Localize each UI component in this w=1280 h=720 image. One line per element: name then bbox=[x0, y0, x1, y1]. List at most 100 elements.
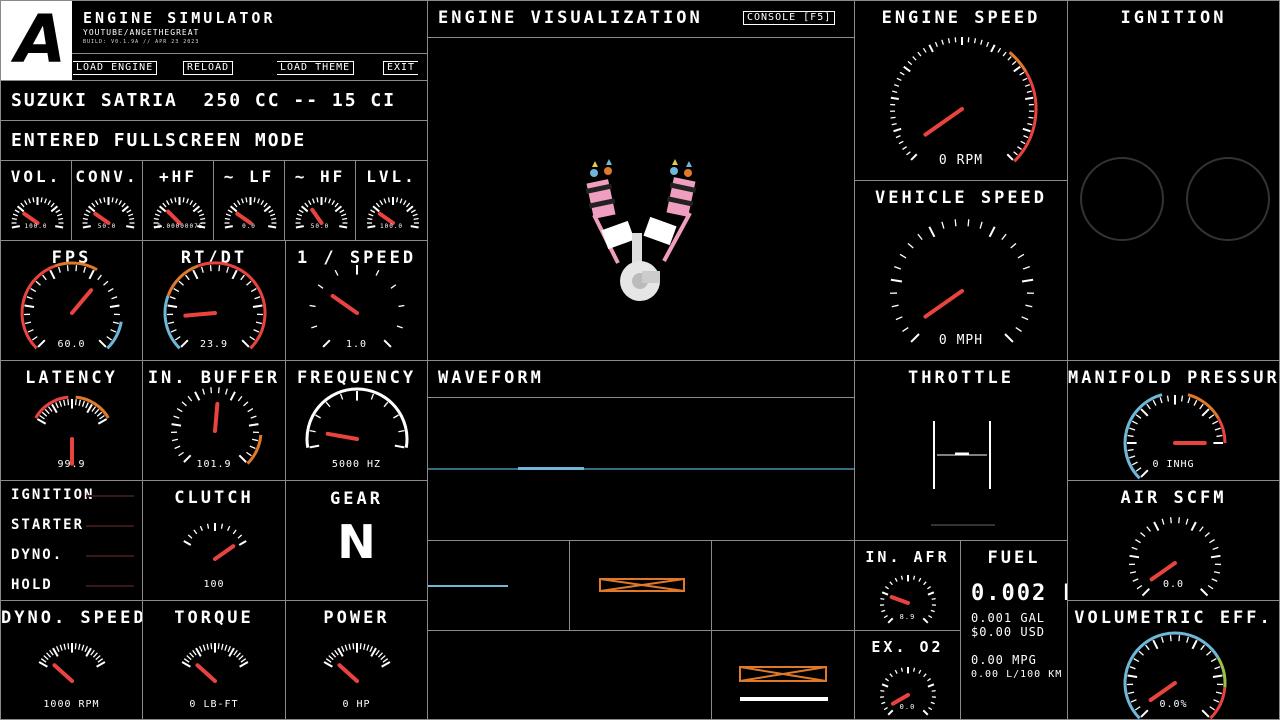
gauge-tick bbox=[307, 200, 312, 206]
gauge-tick bbox=[1127, 434, 1134, 438]
gauge-tick bbox=[83, 266, 87, 273]
gauge-tick bbox=[1210, 554, 1221, 559]
gauge-tick bbox=[899, 253, 907, 259]
power-dial bbox=[323, 643, 391, 683]
gauge-tick bbox=[227, 209, 233, 214]
gauge-tick bbox=[1022, 265, 1030, 270]
gauge-tick bbox=[94, 408, 100, 415]
gauge-tick bbox=[980, 39, 983, 45]
gauge-tick bbox=[237, 395, 243, 402]
gauge-tick bbox=[174, 197, 177, 203]
gauge-tick bbox=[881, 609, 886, 613]
gauge-tick bbox=[342, 217, 348, 220]
gauge-tick bbox=[1159, 397, 1163, 404]
gauge-tick bbox=[220, 523, 224, 529]
gauge-tick bbox=[344, 644, 348, 651]
gauge-tick bbox=[240, 198, 244, 204]
gauge-needle bbox=[213, 544, 236, 561]
gauge-tick bbox=[85, 209, 91, 214]
gauge-tick bbox=[380, 655, 386, 661]
gauge-tick bbox=[168, 321, 175, 325]
gauge-tick bbox=[195, 647, 202, 657]
gauge-tick bbox=[381, 661, 391, 668]
gauge-tick bbox=[893, 127, 902, 133]
rtdt-dial bbox=[163, 261, 267, 350]
gauge-tick bbox=[260, 200, 265, 206]
manifold-panel-value: 0 INHG bbox=[1152, 459, 1195, 470]
gauge-tick bbox=[1178, 517, 1180, 524]
crankshaft bbox=[620, 261, 660, 301]
gauge-tick bbox=[315, 414, 321, 419]
air-scfm-panel-value: 0.0 bbox=[1162, 579, 1185, 590]
waveform-trace-highlight bbox=[518, 467, 584, 470]
gauge-tick bbox=[192, 202, 197, 208]
gauge-tick bbox=[16, 205, 25, 213]
gauge-tick bbox=[363, 643, 366, 650]
gauge-tick bbox=[927, 586, 932, 590]
gauge-tick bbox=[85, 402, 89, 409]
status-message: ENTERED FULLSCREEN MODE bbox=[11, 130, 307, 151]
gauge-tick bbox=[1007, 56, 1012, 61]
scope-panel-5 bbox=[711, 630, 855, 720]
gauge-tick bbox=[231, 269, 238, 280]
gauge-tick bbox=[227, 525, 231, 531]
gauge-tick bbox=[890, 278, 903, 283]
gauge-needle bbox=[923, 289, 964, 319]
gauge-tick bbox=[1021, 278, 1034, 283]
exit-button[interactable]: EXIT bbox=[383, 61, 419, 75]
gauge-tick bbox=[40, 197, 43, 203]
gauge-tick bbox=[393, 414, 399, 419]
gauge-tick bbox=[38, 661, 48, 668]
gauge-tick bbox=[40, 658, 47, 663]
gauge-tick bbox=[927, 683, 935, 688]
gauge-tick bbox=[1212, 546, 1219, 551]
gauge-tick bbox=[63, 399, 66, 406]
gauge-tick bbox=[11, 217, 17, 220]
gauge-tick bbox=[328, 655, 334, 661]
gear-title: GEAR bbox=[330, 489, 383, 509]
gauge-tick bbox=[239, 661, 249, 668]
gauge-tick bbox=[325, 658, 332, 663]
gauge-tick bbox=[121, 202, 126, 208]
gauge-tick bbox=[890, 116, 896, 119]
gauge-tick bbox=[233, 202, 238, 208]
gauge-tick bbox=[375, 202, 380, 208]
clutch-dial bbox=[183, 523, 247, 561]
gauge-tick bbox=[979, 221, 983, 229]
gauge-tick bbox=[316, 197, 319, 203]
gauge-tick bbox=[406, 205, 414, 213]
gauge-tick bbox=[1140, 408, 1149, 417]
load-engine-button[interactable]: LOAD ENGINE bbox=[73, 61, 158, 75]
gauge-tick bbox=[1209, 539, 1215, 544]
gauge-tick bbox=[167, 304, 178, 308]
gauge-tick bbox=[370, 393, 375, 400]
in-buffer-dial bbox=[171, 387, 263, 465]
gauge-tick bbox=[226, 266, 230, 273]
engine-visualization-panel: ENGINE VISUALIZATION CONSOLE [F5] bbox=[427, 0, 855, 361]
gauge-tick bbox=[197, 209, 203, 214]
gauge-tick bbox=[894, 265, 902, 270]
gauge-tick bbox=[366, 644, 370, 651]
gauge-tick bbox=[930, 609, 935, 613]
load-theme-button[interactable]: LOAD THEME bbox=[277, 61, 355, 75]
gauge-tick bbox=[183, 658, 190, 663]
gauge-tick bbox=[1199, 403, 1204, 410]
gauge-tick bbox=[375, 269, 380, 276]
reload-button[interactable]: RELOAD bbox=[183, 61, 234, 75]
gauge-tick bbox=[193, 529, 198, 535]
gauge-tick bbox=[1178, 635, 1181, 642]
gauge-tick bbox=[1146, 403, 1151, 410]
gauge-tick bbox=[115, 198, 119, 204]
knob-2: +HF -0.00000075 bbox=[142, 160, 214, 241]
gauge-tick bbox=[99, 414, 105, 420]
gauge-tick bbox=[889, 673, 893, 678]
gauge-tick bbox=[928, 226, 936, 238]
gauge-arc bbox=[1216, 417, 1227, 444]
gauge-tick bbox=[918, 669, 922, 674]
gauge-tick bbox=[217, 643, 220, 650]
gauge-tick bbox=[1146, 526, 1151, 532]
waveform-divider bbox=[428, 397, 854, 398]
gauge-tick bbox=[94, 200, 99, 206]
waveform-panel: WAVEFORM bbox=[427, 360, 855, 541]
gauge-needle bbox=[923, 107, 964, 137]
